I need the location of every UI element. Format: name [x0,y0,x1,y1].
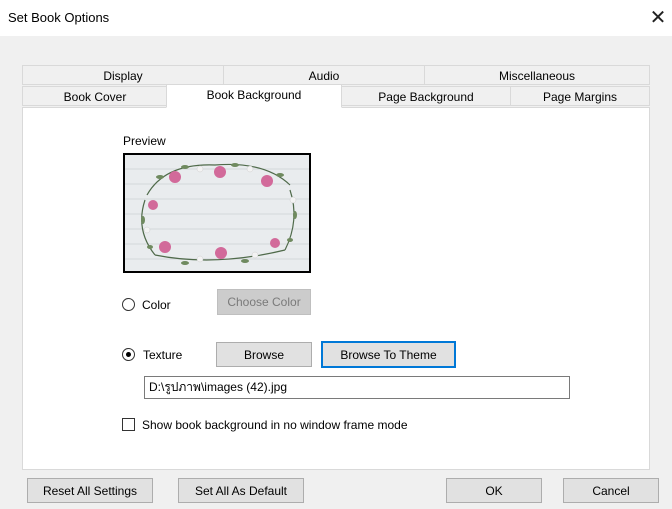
reset-all-settings-button[interactable]: Reset All Settings [27,478,153,503]
tab-display[interactable]: Display [22,65,224,85]
color-radio[interactable] [122,298,135,311]
close-icon[interactable]: ✕ [648,6,668,30]
show-bg-no-frame-checkbox[interactable] [122,418,135,431]
tab-audio[interactable]: Audio [223,65,425,85]
browse-to-theme-button[interactable]: Browse To Theme [321,341,456,368]
preview-label: Preview [123,134,166,148]
tab-book-cover[interactable]: Book Cover [22,86,168,106]
set-all-as-default-button[interactable]: Set All As Default [178,478,304,503]
tab-miscellaneous[interactable]: Miscellaneous [424,65,650,85]
browse-button[interactable]: Browse [216,342,312,367]
tab-panel [22,107,650,470]
texture-path-field[interactable]: D:\รูปภาพ\images (42).jpg [144,376,570,399]
window-title: Set Book Options [8,10,110,25]
tab-page-background[interactable]: Page Background [340,86,512,106]
texture-radio[interactable] [122,348,135,361]
tab-book-background[interactable]: Book Background [166,84,342,108]
color-label: Color [142,298,171,312]
texture-label: Texture [143,348,183,362]
cancel-button[interactable]: Cancel [563,478,659,503]
choose-color-button[interactable]: Choose Color [217,289,311,315]
ok-button[interactable]: OK [446,478,542,503]
preview-image [123,153,311,273]
tab-page-margins[interactable]: Page Margins [510,86,650,106]
show-bg-no-frame-label: Show book background in no window frame … [142,418,408,432]
